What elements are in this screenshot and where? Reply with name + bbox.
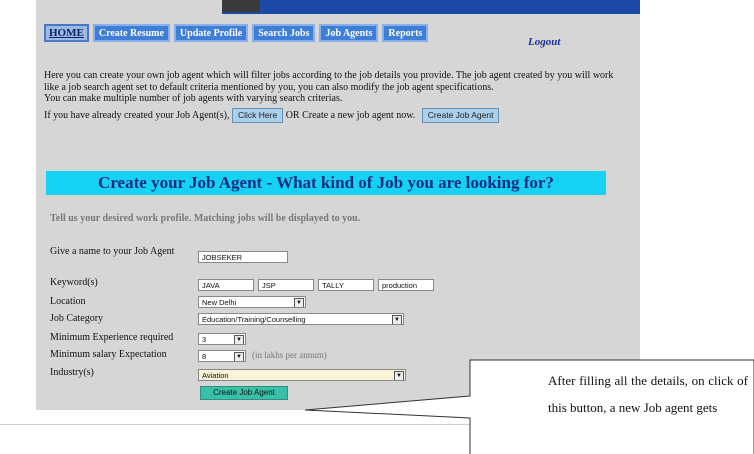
callout-text: After filling all the details, on click … <box>548 373 748 415</box>
